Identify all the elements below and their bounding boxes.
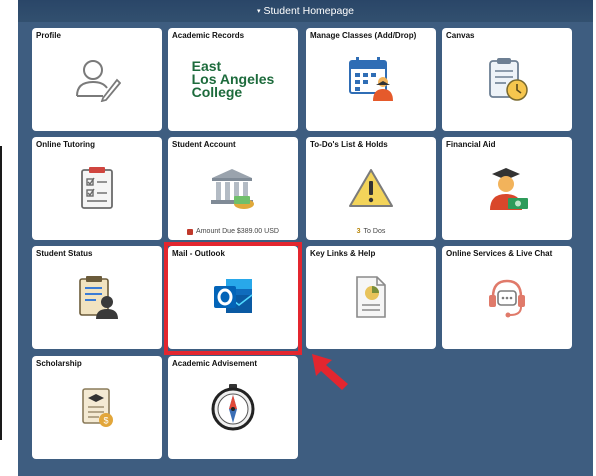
checklist-icon xyxy=(32,157,162,219)
college-logo: East Los Angeles College xyxy=(168,48,298,110)
college-logo-line: College xyxy=(191,83,243,100)
tile-title: Canvas xyxy=(446,31,475,40)
tile-title: Scholarship xyxy=(36,359,82,368)
tile-online-tutoring[interactable]: Online Tutoring xyxy=(32,137,162,240)
tile-title: Academic Records xyxy=(172,31,245,40)
tile-title: Student Account xyxy=(172,140,236,149)
tile-title: Mail - Outlook xyxy=(172,249,225,258)
tile-title: Key Links & Help xyxy=(310,249,376,258)
tile-todos-holds[interactable]: To-Do's List & Holds 3 To Dos xyxy=(306,137,436,240)
outlook-icon xyxy=(168,266,298,328)
graduate-money-icon xyxy=(442,157,572,219)
tile-financial-aid[interactable]: Financial Aid xyxy=(442,137,572,240)
alert-icon xyxy=(187,228,194,235)
caret-down-icon: ▾ xyxy=(257,8,261,15)
tile-student-status[interactable]: Student Status xyxy=(32,246,162,349)
tile-online-services-live-chat[interactable]: Online Services & Live Chat xyxy=(442,246,572,349)
tile-title: Online Tutoring xyxy=(36,140,95,149)
warning-icon xyxy=(306,157,436,219)
tile-title: To-Do's List & Holds xyxy=(310,140,388,149)
person-document-icon xyxy=(32,266,162,328)
page-title: Student Homepage xyxy=(263,5,354,17)
tile-title: Financial Aid xyxy=(446,140,496,149)
compass-icon xyxy=(168,376,298,438)
tile-manage-classes[interactable]: Manage Classes (Add/Drop) xyxy=(306,28,436,131)
page-left-border xyxy=(0,146,2,440)
svg-text:$: $ xyxy=(103,416,108,426)
tile-scholarship[interactable]: Scholarship $ xyxy=(32,356,162,459)
tile-title: Student Status xyxy=(36,249,93,258)
headset-chat-icon xyxy=(442,266,572,328)
tile-title: Manage Classes (Add/Drop) xyxy=(310,31,417,40)
tile-mail-outlook[interactable]: Mail - Outlook xyxy=(168,246,298,349)
todo-label: To Dos xyxy=(363,228,386,235)
tile-student-account[interactable]: Student Account Amount Due $389.00 USD xyxy=(168,137,298,240)
tile-footer: 3 To Dos xyxy=(306,228,436,235)
amount-due-text: Amount Due $389.00 USD xyxy=(196,228,279,235)
tile-canvas[interactable]: Canvas xyxy=(442,28,572,131)
tile-footer: Amount Due $389.00 USD xyxy=(168,228,298,235)
tile-title: Online Services & Live Chat xyxy=(446,249,553,258)
clipboard-clock-icon xyxy=(442,48,572,110)
user-edit-icon xyxy=(32,48,162,110)
scroll-grad-icon: $ xyxy=(32,376,162,438)
tile-title: Academic Advisement xyxy=(172,359,258,368)
bank-money-icon xyxy=(168,157,298,219)
red-arrow-pointer xyxy=(310,352,352,397)
homepage-dropdown[interactable]: ▾ Student Homepage xyxy=(18,0,593,22)
tile-academic-advisement[interactable]: Academic Advisement xyxy=(168,356,298,459)
calendar-person-icon xyxy=(306,48,436,110)
tile-academic-records[interactable]: Academic Records East Los Angeles Colleg… xyxy=(168,28,298,131)
todo-count: 3 xyxy=(356,228,361,235)
student-homepage-frame: ▾ Student Homepage Profile Academic Reco… xyxy=(18,0,593,476)
tile-key-links-help[interactable]: Key Links & Help xyxy=(306,246,436,349)
tile-profile[interactable]: Profile xyxy=(32,28,162,131)
tile-title: Profile xyxy=(36,31,61,40)
document-chart-icon xyxy=(306,266,436,328)
